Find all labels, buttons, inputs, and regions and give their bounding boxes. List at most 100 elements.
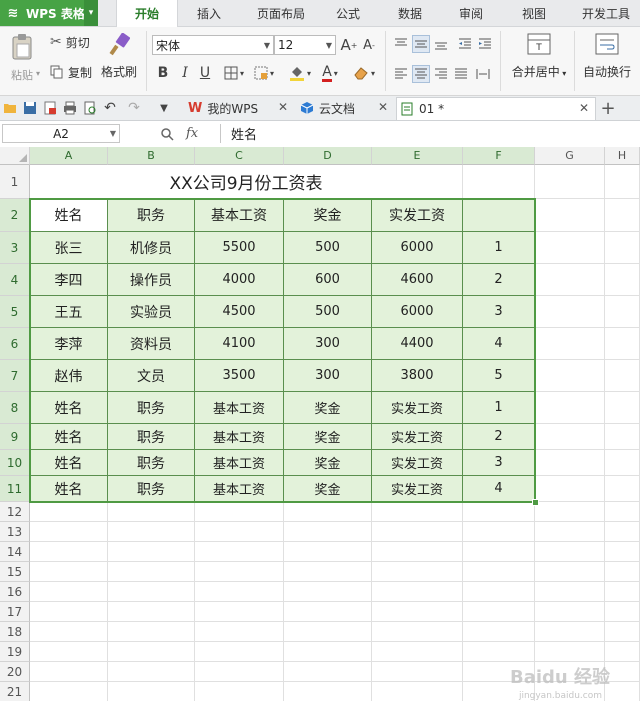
cell[interactable] (108, 642, 195, 662)
header-cell[interactable] (463, 199, 535, 232)
tab-home[interactable]: 开始 (116, 0, 178, 27)
cell[interactable] (284, 642, 372, 662)
data-cell[interactable]: 基本工资 (195, 392, 284, 424)
cell[interactable] (372, 642, 463, 662)
data-cell[interactable]: 300 (284, 328, 372, 360)
data-cell[interactable]: 500 (284, 296, 372, 328)
save-icon[interactable] (22, 99, 38, 117)
cell[interactable] (108, 602, 195, 622)
data-cell[interactable] (605, 476, 640, 502)
header-cell[interactable] (605, 199, 640, 232)
export-pdf-icon[interactable] (42, 99, 58, 117)
cell[interactable] (535, 582, 605, 602)
print-icon[interactable] (62, 99, 78, 117)
row-header[interactable]: 15 (0, 562, 30, 582)
distributed-icon[interactable] (474, 65, 492, 83)
data-cell[interactable]: 奖金 (284, 476, 372, 502)
cell[interactable] (284, 562, 372, 582)
font-name-select[interactable]: 宋体 ▼ (152, 35, 274, 55)
data-cell[interactable]: 基本工资 (195, 450, 284, 476)
data-cell[interactable] (535, 450, 605, 476)
cell[interactable] (372, 522, 463, 542)
row-header[interactable]: 11 (0, 476, 30, 502)
data-cell[interactable]: 职务 (108, 476, 195, 502)
borders-button[interactable]: ▾ (220, 63, 248, 83)
data-cell[interactable]: 职务 (108, 424, 195, 450)
quick-access-dropdown-icon[interactable]: ▼ (156, 99, 172, 117)
cell[interactable] (284, 602, 372, 622)
zoom-formula-icon[interactable] (160, 124, 174, 143)
folder-icon[interactable] (2, 99, 18, 117)
doc-tab-mywps[interactable]: W 我的WPS ✕ (184, 97, 292, 119)
data-cell[interactable]: 5500 (195, 232, 284, 264)
row-header[interactable]: 12 (0, 502, 30, 522)
cell[interactable] (284, 542, 372, 562)
wrap-text-button[interactable]: 自动换行 (578, 33, 636, 91)
tab-formulas[interactable]: 公式 (324, 0, 372, 26)
cell[interactable] (195, 682, 284, 701)
data-cell[interactable]: 5 (463, 360, 535, 392)
data-cell[interactable]: 6000 (372, 232, 463, 264)
tab-developer[interactable]: 开发工具 (572, 0, 640, 26)
cell[interactable] (463, 522, 535, 542)
cell[interactable] (30, 602, 108, 622)
column-header[interactable]: D (284, 147, 372, 165)
data-cell[interactable]: 实发工资 (372, 450, 463, 476)
column-header[interactable]: E (372, 147, 463, 165)
row-header[interactable]: 6 (0, 328, 30, 360)
tab-page-layout[interactable]: 页面布局 (246, 0, 316, 26)
data-cell[interactable]: 3800 (372, 360, 463, 392)
cell[interactable] (195, 642, 284, 662)
data-cell[interactable]: 李萍 (30, 328, 108, 360)
row-header[interactable]: 13 (0, 522, 30, 542)
row-header[interactable]: 20 (0, 662, 30, 682)
cell[interactable] (605, 502, 640, 522)
data-cell[interactable]: 4100 (195, 328, 284, 360)
data-cell[interactable]: 4400 (372, 328, 463, 360)
tab-review[interactable]: 审阅 (447, 0, 495, 26)
new-tab-icon[interactable]: + (598, 97, 618, 119)
copy-button[interactable]: 复制 (50, 63, 92, 81)
cell[interactable] (108, 502, 195, 522)
select-all-corner[interactable] (0, 147, 30, 165)
cell[interactable] (108, 522, 195, 542)
column-header[interactable]: H (605, 147, 640, 165)
data-cell[interactable]: 6000 (372, 296, 463, 328)
cell[interactable] (372, 582, 463, 602)
close-icon[interactable]: ✕ (278, 100, 288, 114)
active-cell[interactable]: 姓名 (30, 199, 108, 232)
data-cell[interactable] (535, 392, 605, 424)
underline-button[interactable]: U (196, 63, 214, 83)
cell[interactable] (30, 662, 108, 682)
row-header[interactable]: 5 (0, 296, 30, 328)
data-cell[interactable]: 姓名 (30, 450, 108, 476)
row-header[interactable]: 17 (0, 602, 30, 622)
cell[interactable] (108, 582, 195, 602)
cell[interactable] (535, 165, 605, 199)
cell[interactable] (30, 562, 108, 582)
data-cell[interactable]: 奖金 (284, 392, 372, 424)
cell[interactable] (605, 642, 640, 662)
cell[interactable] (108, 662, 195, 682)
data-cell[interactable] (535, 476, 605, 502)
cell[interactable] (463, 642, 535, 662)
cell[interactable] (605, 542, 640, 562)
data-cell[interactable] (605, 264, 640, 296)
decrease-font-icon[interactable]: A- (360, 35, 378, 55)
cell[interactable] (605, 662, 640, 682)
row-header[interactable]: 19 (0, 642, 30, 662)
cell[interactable] (30, 642, 108, 662)
align-top-icon[interactable] (392, 35, 410, 53)
data-cell[interactable] (605, 328, 640, 360)
tab-insert[interactable]: 插入 (182, 0, 236, 26)
cell[interactable] (372, 682, 463, 701)
cell-style-button[interactable]: ▾ (250, 63, 278, 83)
column-header[interactable]: B (108, 147, 195, 165)
justify-icon[interactable] (452, 65, 470, 83)
data-cell[interactable]: 300 (284, 360, 372, 392)
cell[interactable] (30, 582, 108, 602)
row-header[interactable]: 1 (0, 165, 30, 199)
data-cell[interactable]: 奖金 (284, 450, 372, 476)
cell[interactable] (284, 582, 372, 602)
data-cell[interactable]: 2 (463, 264, 535, 296)
